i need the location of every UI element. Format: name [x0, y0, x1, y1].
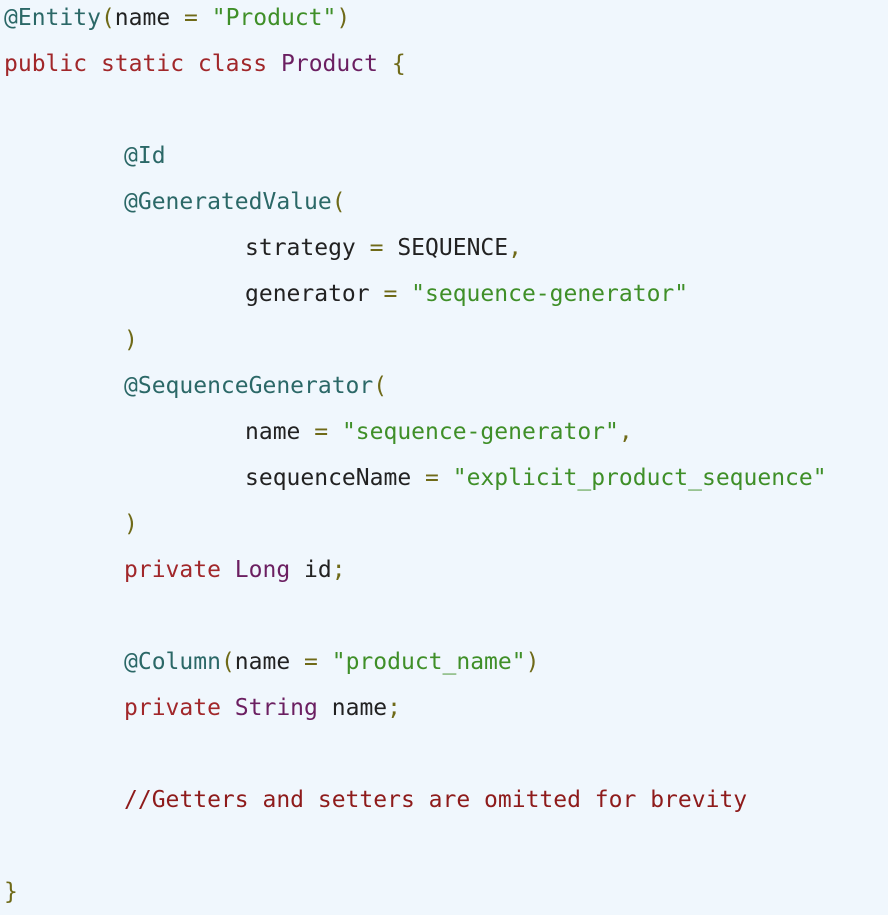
- column-annotation: @Column: [124, 649, 221, 675]
- seq-name-key: name: [245, 419, 301, 445]
- code-line-column: @Column(name = "product_name"): [124, 649, 540, 675]
- keyword-private: private: [124, 557, 221, 583]
- entity-name-key: name: [114, 5, 171, 31]
- strategy-key: strategy: [245, 235, 356, 261]
- code-line-generator: generator = "sequence-generator": [245, 281, 689, 307]
- entity-name-value: "Product": [211, 5, 337, 31]
- generator-value: "sequence-generator": [411, 281, 689, 307]
- seq-name-value: "sequence-generator": [341, 419, 619, 445]
- id-annotation: @Id: [124, 143, 166, 169]
- code-line-comment: //Getters and setters are omitted for br…: [4, 777, 888, 823]
- code-line-close-paren: ): [124, 511, 138, 537]
- strategy-value: SEQUENCE: [397, 235, 509, 261]
- sequence-name-value: "explicit_product_sequence": [452, 465, 827, 491]
- code-block: @Entity(name = "Product") public static c…: [0, 0, 888, 915]
- code-line-name-field: private String name;: [124, 695, 401, 721]
- keyword-private: private: [124, 695, 221, 721]
- sequence-name-key: sequenceName: [245, 465, 412, 491]
- name-field: name: [331, 695, 388, 721]
- code-line-generated-value: @GeneratedValue(: [124, 189, 346, 215]
- code-line-id: @Id: [4, 133, 888, 179]
- keyword-public: public: [4, 51, 88, 77]
- code-line-close-paren: ): [124, 327, 138, 353]
- code-line-entity: @Entity(name = "Product"): [4, 5, 351, 31]
- keyword-class: class: [197, 51, 268, 77]
- code-line-sequence-name: sequenceName = "explicit_product_sequenc…: [245, 465, 827, 491]
- generator-key: generator: [245, 281, 370, 307]
- code-line-strategy: strategy = SEQUENCE,: [245, 235, 522, 261]
- code-comment: //Getters and setters are omitted for br…: [124, 787, 748, 813]
- id-type: Long: [234, 557, 291, 583]
- column-name-key: name: [234, 649, 291, 675]
- id-field: id: [304, 557, 332, 583]
- name-type: String: [234, 695, 318, 721]
- code-line-seq-name: name = "sequence-generator",: [245, 419, 633, 445]
- code-line-sequence-generator: @SequenceGenerator(: [124, 373, 388, 399]
- code-line-class-declaration: public static class Product {: [4, 51, 406, 77]
- code-line-id-field: private Long id;: [124, 557, 346, 583]
- code-line-closing-brace: }: [4, 879, 18, 905]
- generated-value-annotation: @GeneratedValue: [124, 189, 332, 215]
- sequence-generator-annotation: @SequenceGenerator: [124, 373, 374, 399]
- class-name: Product: [281, 51, 378, 77]
- entity-annotation: @Entity: [4, 5, 101, 31]
- column-name-value: "product_name": [331, 649, 526, 675]
- keyword-static: static: [100, 51, 185, 77]
